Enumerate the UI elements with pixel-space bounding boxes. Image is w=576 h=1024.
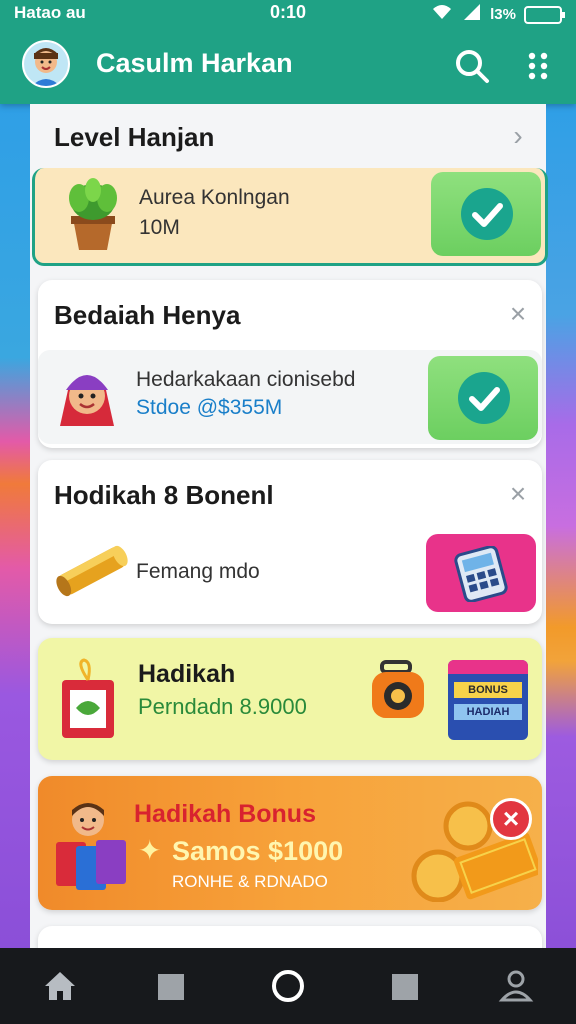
card-title: Level Hanjan [54, 122, 215, 152]
list-item[interactable]: Aurea Konlngan 10M [32, 168, 548, 266]
background-decoration-left [0, 104, 30, 948]
page-title: Casulm Harkan [96, 48, 293, 78]
gift-box-icon [56, 658, 120, 740]
promo-title: Hadikah Bonus [134, 800, 316, 828]
signal-icon [462, 3, 482, 26]
more-menu-icon[interactable] [520, 48, 556, 84]
check-icon [461, 188, 513, 240]
list-item[interactable]: Femang mdo [38, 526, 542, 620]
close-icon[interactable]: × [504, 300, 532, 328]
circle-icon[interactable] [268, 966, 308, 1006]
item-value: 10M [139, 216, 180, 239]
radio-device-icon [368, 658, 428, 722]
calculator-button[interactable] [426, 534, 536, 612]
promo-caption: RONHE & RDNADO [172, 872, 328, 891]
bottom-nav [0, 948, 576, 1024]
chevron-right-icon[interactable]: › [504, 122, 532, 150]
ticket-label: BONUS [454, 682, 522, 698]
character-with-cards-icon [52, 794, 132, 894]
square-icon[interactable] [150, 966, 190, 1006]
item-name: Aurea Konlngan [139, 186, 290, 209]
sparkle-icon: ✦ [138, 835, 162, 866]
promo-subtitle: Perndadn 8.9000 [138, 694, 307, 719]
close-icon[interactable]: × [504, 480, 532, 508]
card-bedaiah: Bedaiah Henya × Hedarkakaan cionisebd St… [38, 280, 542, 448]
square-icon[interactable] [384, 966, 424, 1006]
item-name: Hedarkakaan cionisebd [136, 368, 356, 391]
battery-percent: l3% [490, 6, 516, 23]
gold-pipe-icon [52, 538, 132, 604]
claim-button[interactable] [431, 172, 541, 256]
plant-pot-icon [55, 178, 131, 252]
wifi-icon [430, 3, 454, 26]
main-content: Level Hanjan › Aurea Konlngan 10M Bedaia… [30, 104, 548, 966]
card-title: Hodikah 8 Bonenl [54, 480, 274, 510]
profile-icon[interactable] [496, 966, 536, 1006]
status-icons: l3% [430, 3, 565, 26]
promo-amount: Samos $1000 [172, 836, 344, 866]
carrier-label: Hatao au [14, 3, 86, 22]
promo-title: Hadikah [138, 660, 236, 688]
list-item[interactable]: Hedarkakaan cionisebd Stdoe @$355M [38, 350, 542, 444]
check-icon [458, 372, 510, 424]
clock: 0:10 [270, 2, 307, 22]
home-icon[interactable] [40, 966, 80, 1006]
avatar[interactable] [22, 40, 70, 88]
promo-card-bonus[interactable]: Hadikah Bonus Samos $1000 RONHE & RDNADO… [38, 776, 542, 910]
item-value: Stdoe @$355M [136, 396, 283, 419]
battery-icon [524, 5, 565, 24]
bonus-ticket-icon: BONUS HADIAH [448, 660, 528, 740]
item-name: Femang mdo [136, 560, 260, 583]
card-hodikah: Hodikah 8 Bonenl × Femang mdo [38, 460, 542, 624]
close-icon[interactable]: × [490, 798, 532, 840]
card-title: Bedaiah Henya [54, 300, 241, 330]
card-level: Level Hanjan › Aurea Konlngan 10M [32, 104, 548, 270]
status-bar: Hatao au 0:10 l3% [0, 0, 576, 26]
app-bar: Hatao au 0:10 l3% Casulm Harkan [0, 0, 576, 104]
promo-card-hadikah[interactable]: Hadikah Perndadn 8.9000 BONUS HADIAH [38, 638, 542, 760]
character-avatar-icon [52, 360, 122, 430]
claim-button[interactable] [428, 356, 538, 440]
calculator-icon [452, 545, 510, 603]
search-icon[interactable] [452, 46, 492, 86]
ticket-label: HADIAH [454, 704, 522, 720]
